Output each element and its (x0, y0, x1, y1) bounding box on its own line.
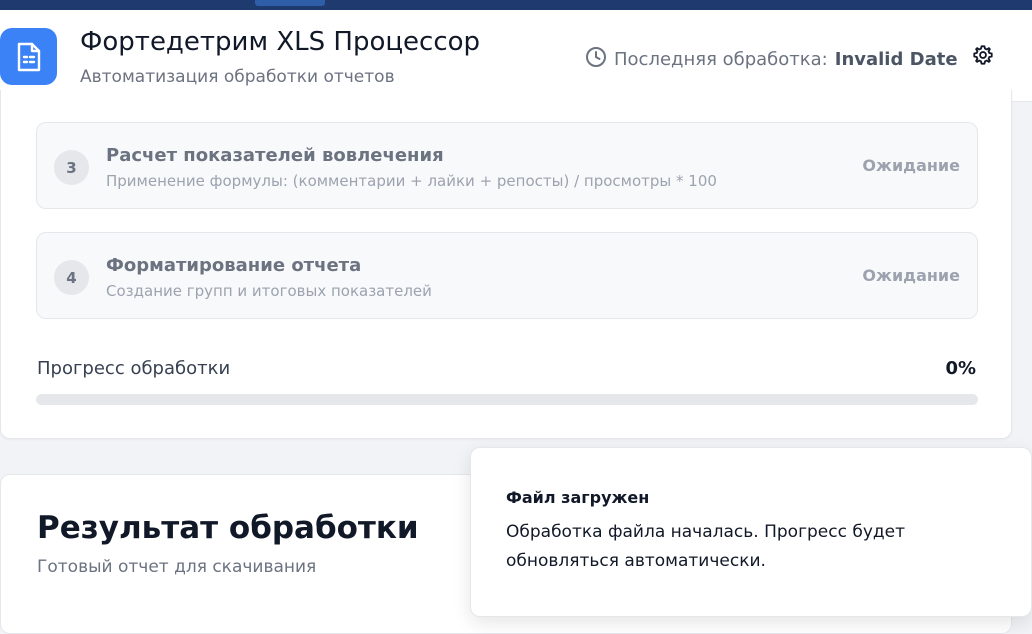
last-processing-info: Последняя обработка: Invalid Date (585, 46, 958, 73)
clock-icon (585, 46, 607, 73)
progress-bar (36, 394, 978, 405)
step-title: Расчет показателей вовлечения (106, 145, 444, 166)
progress-label: Прогресс обработки (37, 358, 231, 379)
document-icon (0, 28, 57, 85)
gear-icon (972, 44, 994, 70)
active-tab-indicator (255, 0, 325, 6)
step-item-formatting: 4 Форматирование отчета Создание групп и… (36, 232, 978, 319)
toast-title: Файл загружен (506, 488, 650, 507)
result-subtitle: Готовый отчет для скачивания (37, 557, 317, 577)
progress-percent: 0% (945, 358, 976, 379)
step-number: 4 (54, 260, 89, 295)
step-description: Применение формулы: (комментарии + лайки… (106, 172, 717, 190)
toast-message: Обработка файла началась. Прогресс будет… (506, 522, 906, 571)
last-processing-label: Последняя обработка: (614, 49, 828, 70)
toast-notification[interactable]: Файл загружен Обработка файла началась. … (470, 447, 1032, 617)
step-number: 3 (54, 150, 89, 185)
step-description: Создание групп и итоговых показателей (106, 282, 432, 300)
step-status: Ожидание (862, 266, 960, 285)
step-item-engagement: 3 Расчет показателей вовлечения Применен… (36, 122, 978, 209)
processing-steps-card: 3 Расчет показателей вовлечения Применен… (0, 90, 1012, 439)
app-title: Фортедетрим XLS Процессор (80, 27, 481, 57)
result-title: Результат обработки (37, 510, 419, 546)
step-title: Форматирование отчета (106, 255, 362, 276)
top-browser-bar (0, 0, 1032, 10)
app-header: Фортедетрим XLS Процессор Автоматизация … (0, 10, 1032, 102)
app-subtitle: Автоматизация обработки отчетов (80, 67, 395, 87)
settings-button[interactable] (969, 43, 997, 71)
last-processing-value: Invalid Date (834, 49, 958, 70)
step-status: Ожидание (862, 156, 960, 175)
